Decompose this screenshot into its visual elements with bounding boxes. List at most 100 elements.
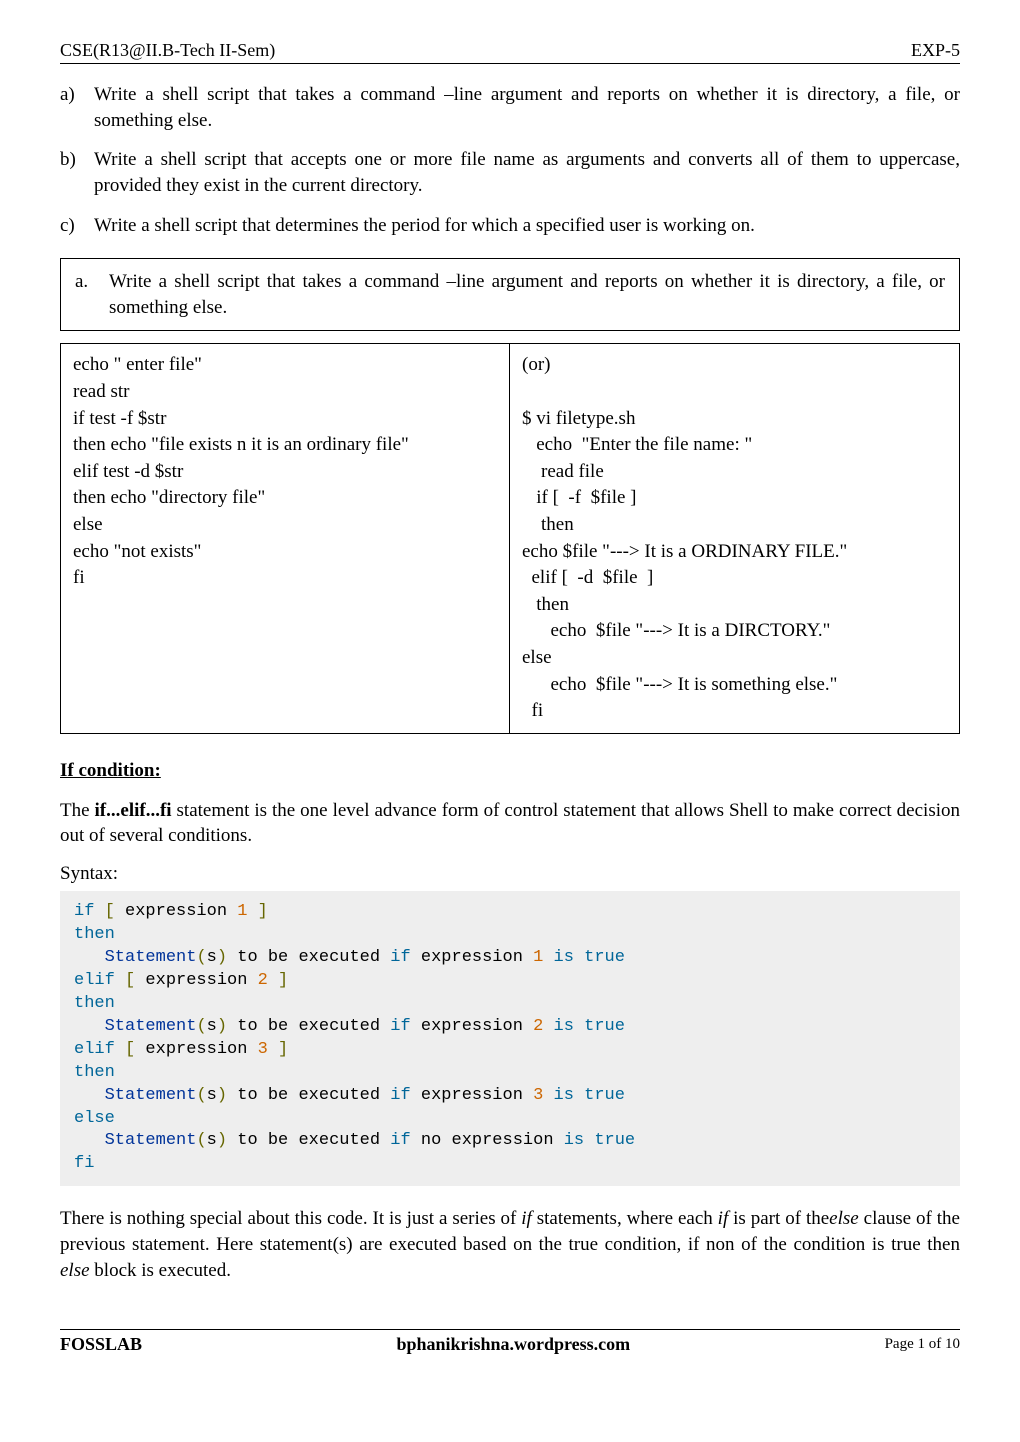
para-italic: else <box>829 1208 859 1229</box>
code-right: (or) $ vi filetype.sh echo "Enter the fi… <box>510 344 959 732</box>
code-text: s <box>207 1131 217 1150</box>
para-text: statements, where each <box>532 1208 718 1229</box>
question-letter: a. <box>75 269 109 320</box>
code-bracket: [ <box>94 902 114 921</box>
page-header: CSE(R13@II.B-Tech II-Sem) EXP-5 <box>60 40 960 64</box>
code-kw: if <box>390 948 410 967</box>
code-kw: elif <box>74 1040 115 1059</box>
code-kw: if <box>390 1131 410 1150</box>
code-num: 3 <box>533 1086 543 1105</box>
code-stmt: Statement <box>74 1131 196 1150</box>
code-left: echo " enter file" read str if test -f $… <box>61 344 510 732</box>
para-text: statement is the one level advance form … <box>60 800 960 847</box>
code-paren: ) <box>217 948 227 967</box>
code-kw: then <box>74 1063 115 1082</box>
page-footer: FOSSLAB bphanikrishna.wordpress.com Page… <box>60 1329 960 1355</box>
header-right: EXP-5 <box>911 40 960 61</box>
code-stmt: Statement <box>74 1017 196 1036</box>
code-text: to be executed <box>227 1017 390 1036</box>
code-stmt: Statement <box>74 1086 196 1105</box>
code-text: expression <box>115 902 237 921</box>
code-kw: if <box>74 902 94 921</box>
question-text: Write a shell script that takes a comman… <box>94 82 960 133</box>
code-paren: ) <box>217 1086 227 1105</box>
code-kw: then <box>74 994 115 1013</box>
para-italic: if <box>718 1208 729 1229</box>
syntax-label: Syntax: <box>60 863 960 885</box>
question-letter: a) <box>60 82 94 133</box>
para-bold: if...elif...fi <box>95 800 172 821</box>
code-kw: is <box>564 1131 584 1150</box>
code-paren: ( <box>196 1131 206 1150</box>
code-kw: true <box>574 948 625 967</box>
section-title: If condition: <box>60 760 960 782</box>
question-c: c) Write a shell script that determines … <box>60 213 960 239</box>
code-text: to be executed <box>227 1086 390 1105</box>
code-kw: then <box>74 925 115 944</box>
code-text: s <box>207 1086 217 1105</box>
code-num: 2 <box>258 971 268 990</box>
code-bracket: [ <box>115 971 135 990</box>
question-text: Write a shell script that takes a comman… <box>109 269 945 320</box>
para-text: The <box>60 800 95 821</box>
code-paren: ( <box>196 948 206 967</box>
para-text: block is executed. <box>90 1260 231 1281</box>
sub-question-box: a. Write a shell script that takes a com… <box>60 258 960 331</box>
code-text: s <box>207 1017 217 1036</box>
code-text: to be executed <box>227 1131 390 1150</box>
code-num: 3 <box>258 1040 268 1059</box>
code-kw: is <box>543 1017 574 1036</box>
footer-right: Page 1 of 10 <box>885 1336 960 1353</box>
question-letter: b) <box>60 147 94 198</box>
question-a: a) Write a shell script that takes a com… <box>60 82 960 133</box>
code-text: s <box>207 948 217 967</box>
question-text: Write a shell script that determines the… <box>94 213 960 239</box>
code-num: 1 <box>533 948 543 967</box>
code-kw: elif <box>74 971 115 990</box>
code-comparison-box: echo " enter file" read str if test -f $… <box>60 343 960 733</box>
code-text: expression <box>411 948 533 967</box>
code-text: expression <box>411 1017 533 1036</box>
paragraph-if-desc: The if...elif...fi statement is the one … <box>60 798 960 849</box>
para-text: is part of the <box>728 1208 829 1229</box>
code-bracket: [ <box>115 1040 135 1059</box>
code-text: expression <box>135 1040 257 1059</box>
code-paren: ( <box>196 1086 206 1105</box>
code-kw: if <box>390 1017 410 1036</box>
question-list: a) Write a shell script that takes a com… <box>60 82 960 238</box>
code-bracket: ] <box>268 971 288 990</box>
code-kw: true <box>574 1017 625 1036</box>
para-italic: else <box>60 1260 90 1281</box>
syntax-code-block: if [ expression 1 ] then Statement(s) to… <box>60 891 960 1186</box>
footer-center: bphanikrishna.wordpress.com <box>142 1334 885 1355</box>
code-text: expression <box>135 971 257 990</box>
code-num: 1 <box>237 902 247 921</box>
para-text: There is nothing special about this code… <box>60 1208 521 1229</box>
question-letter: c) <box>60 213 94 239</box>
code-bracket: ] <box>268 1040 288 1059</box>
question-b: b) Write a shell script that accepts one… <box>60 147 960 198</box>
box-question: a. Write a shell script that takes a com… <box>75 269 945 320</box>
header-left: CSE(R13@II.B-Tech II-Sem) <box>60 40 275 61</box>
question-text: Write a shell script that accepts one or… <box>94 147 960 198</box>
code-bracket: ] <box>247 902 267 921</box>
code-kw: if <box>390 1086 410 1105</box>
code-text: expression <box>441 1131 563 1150</box>
code-kw: else <box>74 1109 115 1128</box>
code-kw: true <box>574 1086 625 1105</box>
para-italic: if <box>521 1208 532 1229</box>
code-kw: true <box>584 1131 635 1150</box>
paragraph-explanation: There is nothing special about this code… <box>60 1206 960 1283</box>
code-paren: ) <box>217 1017 227 1036</box>
code-paren: ( <box>196 1017 206 1036</box>
code-text: to be executed <box>227 948 390 967</box>
code-num: 2 <box>533 1017 543 1036</box>
code-kw: is <box>543 948 574 967</box>
code-text: no <box>411 1131 442 1150</box>
footer-left: FOSSLAB <box>60 1334 142 1355</box>
code-stmt: Statement <box>74 948 196 967</box>
code-text: expression <box>411 1086 533 1105</box>
code-kw: fi <box>74 1154 94 1173</box>
code-paren: ) <box>217 1131 227 1150</box>
code-kw: is <box>543 1086 574 1105</box>
